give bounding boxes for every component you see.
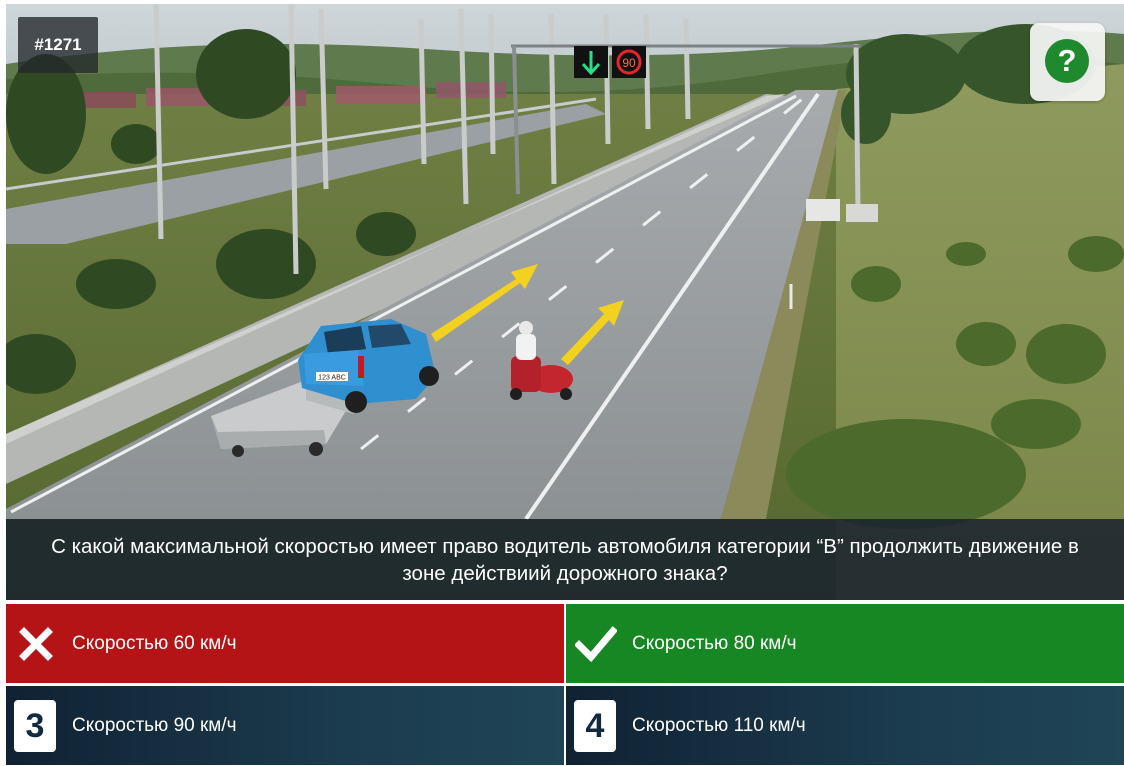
check-icon: [574, 618, 618, 670]
help-button[interactable]: ?: [1030, 23, 1105, 101]
answer-label: Скоростью 110 км/ч: [632, 714, 806, 736]
answer-number-badge: 3: [14, 699, 56, 752]
answer-option-2[interactable]: Скоростью 80 км/ч: [566, 604, 1124, 683]
answer-option-3[interactable]: 3 Скоростью 90 км/ч: [6, 686, 564, 765]
road-scene-illustration: 90 123 ABC: [6, 4, 1124, 600]
question-circle-icon: ?: [1045, 39, 1089, 83]
ticket-screen: 90 123 ABC #1271 ? С какой максимальной …: [0, 0, 1124, 766]
question-image: 90 123 ABC #1271 ? С какой максимальной …: [6, 4, 1124, 600]
speed-limit-sign: 90: [622, 56, 636, 70]
answer-label: Скоростью 90 км/ч: [72, 714, 237, 736]
answer-options: Скоростью 60 км/ч Скоростью 80 км/ч 3 Ск…: [6, 604, 1124, 766]
answer-option-4[interactable]: 4 Скоростью 110 км/ч: [566, 686, 1124, 765]
answer-label: Скоростью 80 км/ч: [632, 632, 797, 654]
cross-icon: [14, 618, 58, 670]
answer-number-badge: 4: [574, 699, 616, 752]
svg-text:123 ABC: 123 ABC: [318, 375, 346, 382]
answer-option-1[interactable]: Скоростью 60 км/ч: [6, 604, 564, 683]
question-number-badge: #1271: [18, 17, 98, 73]
question-text: С какой максимальной скоростью имеет пра…: [6, 519, 1124, 600]
answer-label: Скоростью 60 км/ч: [72, 632, 237, 654]
